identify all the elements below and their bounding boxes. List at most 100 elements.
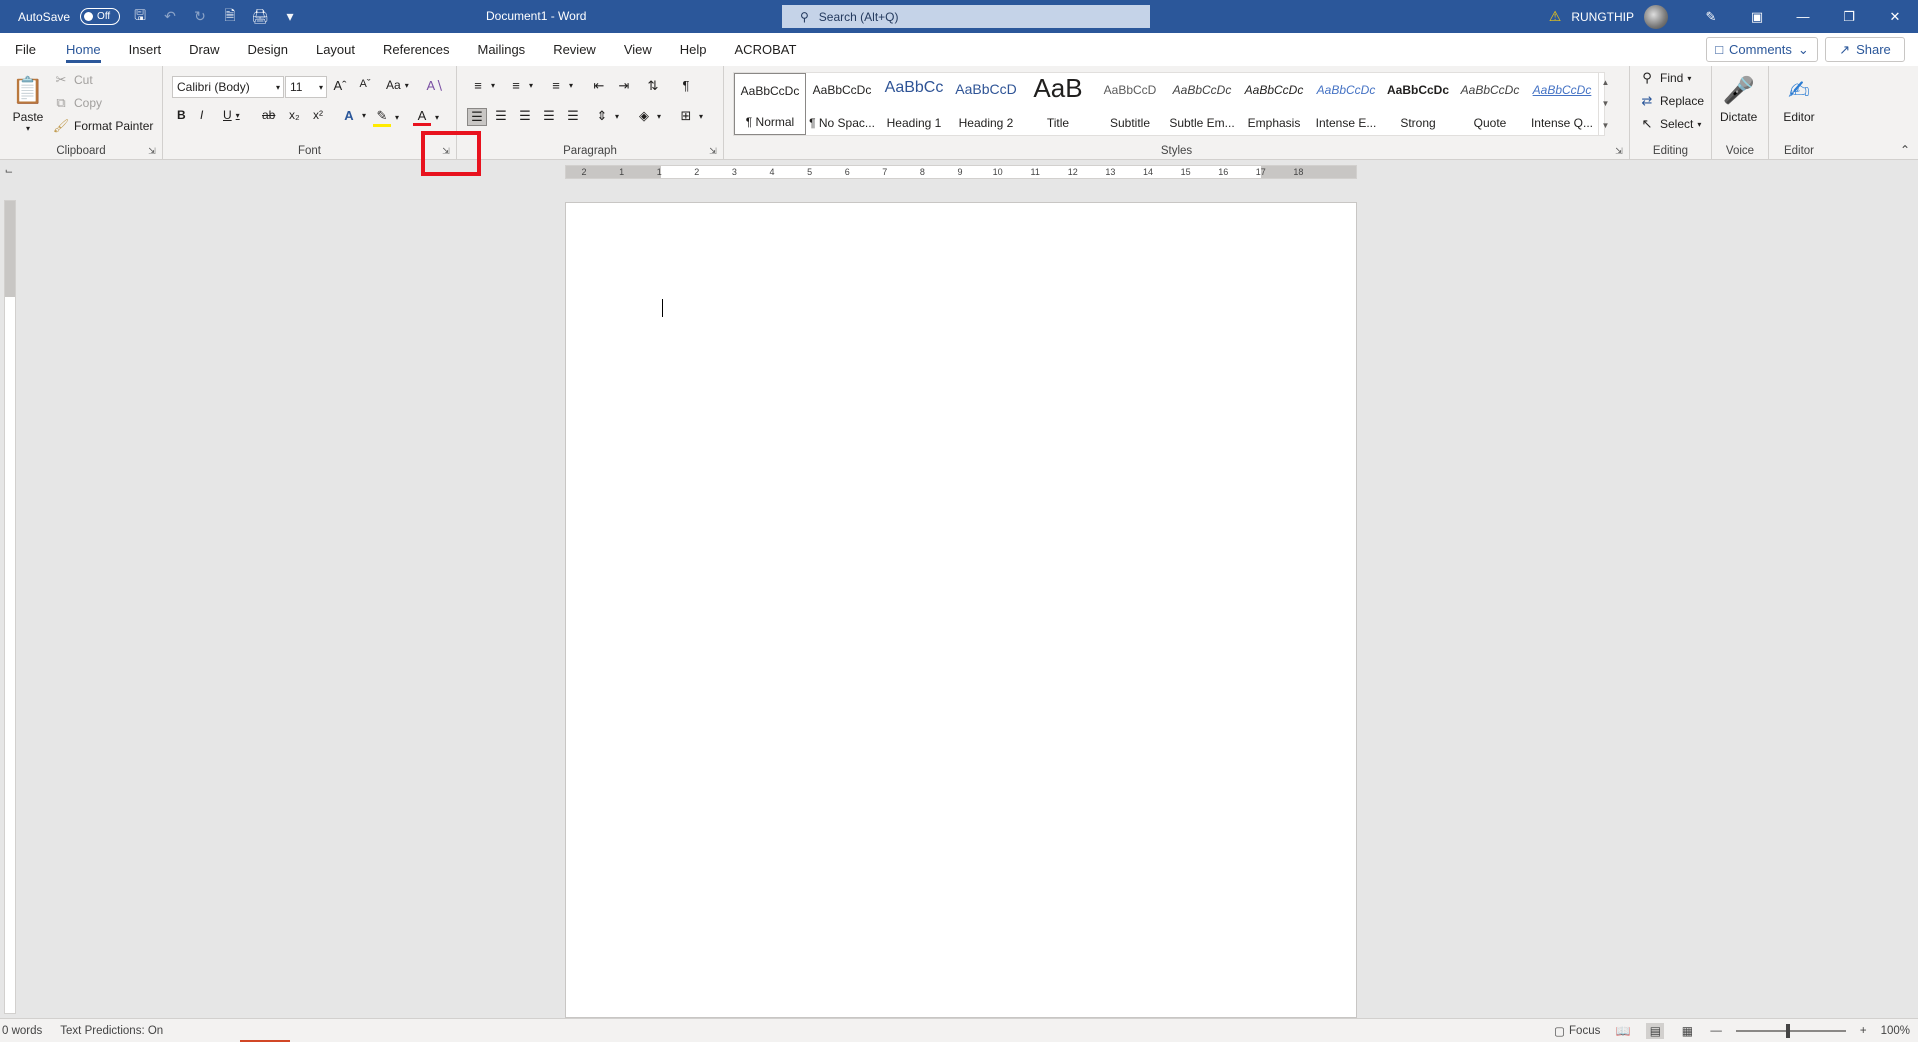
warning-icon[interactable]: ⚠ [1549,8,1562,25]
clear-formatting-button[interactable]: A∖ [426,78,444,94]
style-strong[interactable]: AaBbCcDc Strong [1382,73,1454,135]
font-color-button[interactable]: A ▾ [413,108,439,126]
focus-button[interactable]: ▢ Focus [1554,1024,1600,1038]
collapse-ribbon-icon[interactable]: ⌃ [1900,143,1910,157]
tab-home[interactable]: Home [52,33,115,66]
line-spacing-button[interactable]: ⇕ ▾ [593,108,619,124]
style-heading-2[interactable]: AaBbCcD Heading 2 [950,73,1022,135]
tab-references[interactable]: References [369,33,463,66]
find-button[interactable]: ⚲ Find ▾ [1638,70,1691,86]
subscript-button[interactable]: x₂ [289,108,300,122]
align-left-button[interactable]: ☰ [467,108,487,126]
style-subtle-emphasis[interactable]: AaBbCcDc Subtle Em... [1166,73,1238,135]
paragraph-launcher-icon[interactable]: ⇲ [708,146,718,156]
tab-insert[interactable]: Insert [115,33,176,66]
style-intense-emphasis[interactable]: AaBbCcDc Intense E... [1310,73,1382,135]
tab-mailings[interactable]: Mailings [464,33,540,66]
distributed-button[interactable]: ☰ [564,108,582,124]
text-predictions-status[interactable]: Text Predictions: On [60,1025,163,1037]
username[interactable]: RUNGTHIP [1571,10,1634,24]
shading-button[interactable]: ◈ ▾ [635,108,661,124]
tab-review[interactable]: Review [539,33,610,66]
style-title[interactable]: AaB Title [1022,73,1094,135]
web-layout-icon[interactable]: ▦ [1678,1023,1696,1039]
clipboard-launcher-icon[interactable]: ⇲ [147,146,157,156]
grow-font-button[interactable]: Aˆ [331,78,349,93]
bullets-button[interactable]: ≡ ▾ [469,78,495,93]
tab-design[interactable]: Design [234,33,302,66]
horizontal-ruler[interactable]: 2 1 1 2 3 4 5 6 7 8 9 10 11 12 13 14 15 16 17 18 [565,165,1357,179]
font-name-select[interactable]: Calibri (Body) ▾ [172,76,284,98]
text-effects-button[interactable]: A ▾ [340,108,366,123]
align-right-button[interactable]: ☰ [516,108,534,124]
select-button[interactable]: ↖ Select ▾ [1638,116,1702,132]
shrink-font-button[interactable]: Aˇ [356,78,374,90]
undo-icon[interactable]: ↶ [160,7,180,27]
cut-button[interactable]: ✂ Cut [52,72,93,88]
increase-indent-button[interactable]: ⇥ [615,78,633,94]
style-subtitle[interactable]: AaBbCcD Subtitle [1094,73,1166,135]
scroll-up-icon[interactable]: ▲ [1602,78,1610,87]
share-button[interactable]: ↗ Share [1825,37,1905,62]
save-icon[interactable]: 🖫 [130,7,150,27]
tab-layout[interactable]: Layout [302,33,369,66]
style-intense-quote[interactable]: AaBbCcDc Intense Q... [1526,73,1598,135]
decrease-indent-button[interactable]: ⇤ [590,78,608,94]
autosave-toggle[interactable]: Off [80,8,121,25]
highlight-color-button[interactable]: ✎ ▾ [373,108,399,127]
replace-button[interactable]: ⇄ Replace [1638,93,1704,109]
multilevel-list-button[interactable]: ≡ ▾ [547,78,573,93]
avatar[interactable] [1644,4,1668,29]
zoom-in-icon[interactable]: + [1860,1025,1867,1037]
zoom-slider[interactable] [1735,1024,1846,1038]
numbering-button[interactable]: ≡ ▾ [507,78,533,93]
zoom-out-icon[interactable]: — [1710,1025,1722,1037]
redo-icon[interactable]: ↻ [190,7,210,27]
search-input[interactable]: ⚲ Search (Alt+Q) [782,5,1150,28]
tab-view[interactable]: View [610,33,666,66]
style-quote[interactable]: AaBbCcDc Quote [1454,73,1526,135]
tab-acrobat[interactable]: ACROBAT [721,33,811,66]
styles-launcher-icon[interactable]: ⇲ [1614,146,1624,156]
pen-icon[interactable]: ✎ [1688,0,1734,33]
minimize-icon[interactable]: — [1780,0,1826,33]
scroll-down-icon[interactable]: ▼ [1602,99,1610,108]
style-emphasis[interactable]: AaBbCcDc Emphasis [1238,73,1310,135]
editor-button[interactable]: ✍ Editor [1781,70,1817,125]
tab-draw[interactable]: Draw [175,33,233,66]
restore-icon[interactable]: ❐ [1826,0,1872,33]
zoom-thumb[interactable] [1785,1024,1790,1038]
word-count[interactable]: 0 words [2,1025,42,1037]
underline-button[interactable]: U ▾ [223,108,240,122]
style-heading-1[interactable]: AaBbCc Heading 1 [878,73,950,135]
style-normal[interactable]: AaBbCcDc ¶ Normal [734,73,806,135]
styles-gallery-scroll[interactable]: ▲ ▼ ▼ [1598,72,1612,136]
tab-file[interactable]: File [0,33,52,66]
sort-button[interactable]: ⇅ [644,78,662,94]
change-case-button[interactable]: Aa ▾ [386,78,409,92]
show-marks-button[interactable]: ¶ [677,78,695,93]
paste-button[interactable]: 📋 Paste ▾ [10,70,46,134]
new-document-icon[interactable]: 🗎 [220,7,240,27]
align-center-button[interactable]: ☰ [492,108,510,124]
format-painter-button[interactable]: 🖌 Format Painter [52,118,154,134]
tab-help[interactable]: Help [666,33,721,66]
tab-selector-icon[interactable]: ⌙ [0,162,18,180]
customize-qat-icon[interactable]: ▾ [280,7,300,27]
bold-button[interactable]: B [177,108,186,122]
close-icon[interactable]: ✕ [1872,0,1918,33]
strikethrough-button[interactable]: ab [262,108,275,122]
borders-button[interactable]: ⊞ ▾ [677,108,703,124]
more-styles-icon[interactable]: ▼ [1602,121,1610,130]
copy-button[interactable]: ⧉ Copy [52,95,102,111]
italic-button[interactable]: I [200,108,203,122]
superscript-button[interactable]: x² [313,108,323,122]
zoom-level[interactable]: 100% [1881,1025,1910,1037]
vertical-ruler[interactable] [4,200,16,1014]
dictate-button[interactable]: 🎤 Dictate [1720,70,1757,125]
print-preview-icon[interactable]: 🖨 [250,7,270,27]
justify-button[interactable]: ☰ [540,108,558,124]
comments-button[interactable]: □ Comments ⌄ [1706,37,1818,62]
print-layout-icon[interactable]: ▤ [1646,1023,1665,1039]
read-mode-icon[interactable]: 📖 [1614,1023,1632,1039]
